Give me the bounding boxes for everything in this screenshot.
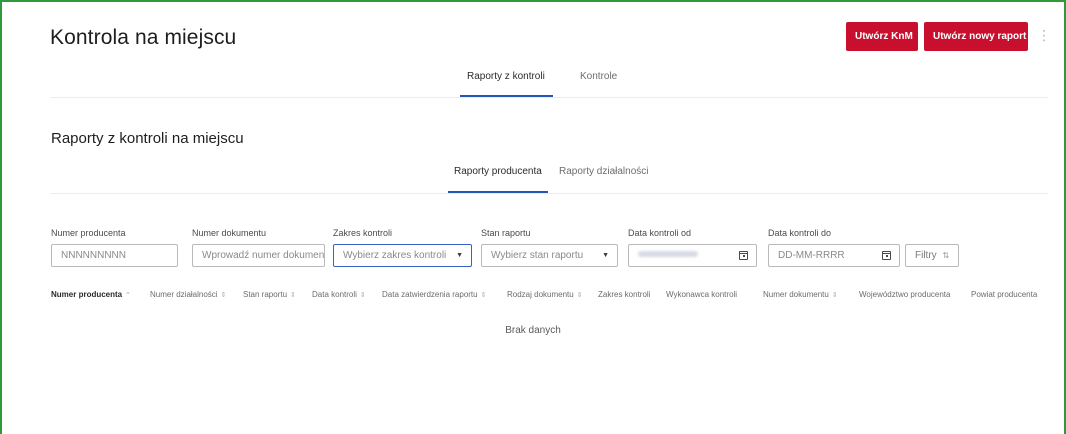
filter-icon: ⇅ <box>942 251 950 260</box>
main-tabs: Raporty z kontroli Kontrole <box>0 62 1066 98</box>
producer-number-filter: Numer producenta NNNNNNNNN <box>51 228 178 267</box>
page-title: Kontrola na miejscu <box>50 26 237 49</box>
more-filters-label: Filtry <box>915 250 937 261</box>
sort-icon: ⇕ <box>576 292 583 299</box>
sort-icon: ⌃ <box>125 292 131 299</box>
calendar-icon[interactable] <box>739 251 748 260</box>
control-scope-placeholder: Wybierz zakres kontroli <box>343 250 447 261</box>
date-to-label: Data kontroli do <box>768 228 832 238</box>
tab-producer-reports[interactable]: Raporty producenta <box>454 166 542 177</box>
more-vertical-icon[interactable]: ⋮ <box>1037 26 1051 44</box>
report-state-placeholder: Wybierz stan raportu <box>491 250 584 261</box>
date-from-value-redacted <box>638 251 698 258</box>
date-from-input[interactable] <box>628 244 757 267</box>
section-title: Raporty z kontroli na miejscu <box>51 130 244 147</box>
date-from-label: Data kontroli od <box>628 228 692 238</box>
sort-icon: ⇕ <box>220 292 227 299</box>
column-approval-date[interactable]: Data zatwierdzenia raportu ⇕ <box>382 290 486 299</box>
column-producer-district[interactable]: Powiat producenta <box>971 290 1037 299</box>
tabs-divider <box>50 97 1048 98</box>
column-report-state[interactable]: Stan raportu ⇕ <box>243 290 296 299</box>
column-document-type[interactable]: Rodzaj dokumentu ⇕ <box>507 290 583 299</box>
tabs-divider <box>50 193 1048 194</box>
report-state-select[interactable]: Wybierz stan raportu ▼ <box>481 244 618 267</box>
date-to-input[interactable]: DD-MM-RRRR <box>768 244 900 267</box>
more-filters-button[interactable]: Filtry ⇅ <box>905 244 959 267</box>
chevron-down-icon: ▼ <box>456 252 463 259</box>
table-header: Numer producenta ⌃ Numer działalności ⇕ St… <box>0 290 1066 304</box>
date-to-filter: Data kontroli do DD-MM-RRRR <box>768 228 900 267</box>
control-scope-filter: Zakres kontroli Wybierz zakres kontroli … <box>333 228 472 267</box>
sort-icon: ⇕ <box>831 292 838 299</box>
document-number-filter: Numer dokumentu Wprowadź numer dokumentu <box>192 228 325 267</box>
document-number-label: Numer dokumentu <box>192 228 267 238</box>
control-scope-label: Zakres kontroli <box>333 228 393 238</box>
sort-icon: ⇕ <box>480 292 487 299</box>
column-activity-number[interactable]: Numer działalności ⇕ <box>150 290 226 299</box>
column-producer-number[interactable]: Numer producenta ⌃ <box>51 290 131 299</box>
column-document-number[interactable]: Numer dokumentu ⇕ <box>763 290 838 299</box>
tab-control-reports[interactable]: Raporty z kontroli <box>467 71 545 82</box>
create-knm-button[interactable]: Utwórz KnM <box>846 22 918 51</box>
report-state-filter: Stan raportu Wybierz stan raportu ▼ <box>481 228 618 267</box>
column-control-date[interactable]: Data kontroli ⇕ <box>312 290 366 299</box>
producer-number-input[interactable]: NNNNNNNNN <box>51 244 178 267</box>
column-control-scope[interactable]: Zakres kontroli <box>598 290 650 299</box>
column-producer-voivodeship[interactable]: Województwo producenta <box>859 290 950 299</box>
tab-activity-reports[interactable]: Raporty działalności <box>559 166 649 177</box>
calendar-icon[interactable] <box>882 251 891 260</box>
producer-number-label: Numer producenta <box>51 228 126 238</box>
sort-icon: ⇕ <box>359 292 366 299</box>
control-scope-select[interactable]: Wybierz zakres kontroli ▼ <box>333 244 472 267</box>
tab-controls[interactable]: Kontrole <box>580 71 617 82</box>
column-control-executor[interactable]: Wykonawca kontroli <box>666 290 737 299</box>
date-from-filter: Data kontroli od <box>628 228 757 267</box>
report-type-tabs: Raporty producenta Raporty działalności <box>0 158 1066 194</box>
date-to-placeholder: DD-MM-RRRR <box>778 250 845 261</box>
report-state-label: Stan raportu <box>481 228 531 238</box>
sort-icon: ⇕ <box>290 292 296 299</box>
create-new-report-button[interactable]: Utwórz nowy raport <box>924 22 1028 51</box>
document-number-input[interactable]: Wprowadź numer dokumentu <box>192 244 325 267</box>
empty-state: Brak danych <box>505 325 561 336</box>
chevron-down-icon: ▼ <box>602 252 609 259</box>
